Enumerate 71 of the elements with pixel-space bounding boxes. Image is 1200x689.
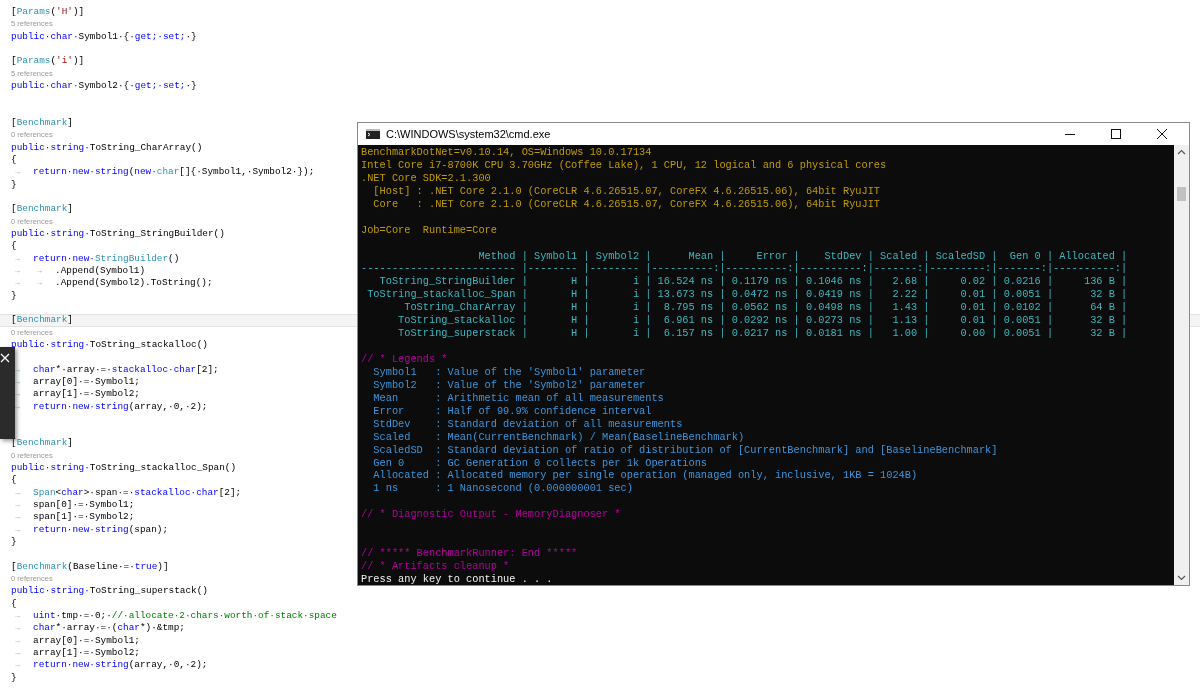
console-line: ToString_StringBuilder | H | i | 16.524 ns | 0.1179 ns | 0.1046 ns | 2.68 | 0.02 | 0.0216 | 136 B | xyxy=(378,275,1128,288)
console-line: // * Diagnostic Output - MemoryDiagnoser * xyxy=(361,508,621,521)
console-line: Error : Half of 99.9% confidence interval xyxy=(372,404,652,417)
console-line: Symbol1 : Value of the 'Symbol1' parameter xyxy=(372,365,646,378)
console-line: StdDev : Standard deviation of all measurements xyxy=(372,417,683,430)
console-line: ToString_stackalloc | H | i | 6.961 ns | 0.0292 ns | 0.0273 ns | 1.13 | 0.01 | 0.0051 | 32 B | xyxy=(397,314,1128,327)
console-line: Scaled : Mean(CurrentBenchmark) / Mean(BaselineBenchmark) xyxy=(372,430,745,443)
code-line: → array[0]·=·Symbol1; xyxy=(14,375,140,389)
close-icon[interactable] xyxy=(0,353,10,363)
console-line: // ***** BenchmarkRunner: End ***** xyxy=(361,547,578,560)
code-line: public·string·ToString_CharArray() xyxy=(11,141,203,154)
scrollbar[interactable] xyxy=(1174,145,1189,585)
code-line: → char*·array·=·stackalloc·char[2]; xyxy=(14,363,219,376)
console-line: // * Legends * xyxy=(361,353,448,365)
code-line: public·string·ToString_stackalloc_Span() xyxy=(11,462,237,475)
code-line: } xyxy=(11,536,17,549)
terminal-icon xyxy=(366,129,380,139)
console-line: Core : .NET Core 2.1.0 (CoreCLR 4.6.26515.07, CoreFX 4.6.26515.06), 64bit RyuJIT xyxy=(372,197,881,210)
code-line: [Params('H')] xyxy=(11,6,85,19)
console-line: ToString_superstack | H | i | 6.157 ns | 0.0217 ns | 0.0181 ns | 1.00 | 0.00 | 0.0051 | 32 B | xyxy=(397,327,1128,340)
console-line: ScaledSD : Standard deviation of ratio of distribution of [CurrentBenchmark] and [BaselineBenchmark] xyxy=(372,443,998,456)
code-line: } xyxy=(11,671,17,685)
code-line: [Benchmark] xyxy=(11,203,73,216)
code-line: → array[0]·=·Symbol1; xyxy=(14,634,140,648)
console-line: Mean : Arithmetic mean of all measurements xyxy=(372,391,664,404)
code-line: [Params('i')] xyxy=(11,55,85,68)
code-line: public·string·ToString_StringBuilder() xyxy=(11,227,225,241)
console-line: Press any key to continue . . . xyxy=(361,572,553,585)
code-line: → → .Append(Symbol1) xyxy=(14,264,145,278)
code-line: → → .Append(Symbol2).ToString(); xyxy=(14,277,213,290)
code-line: { xyxy=(11,597,17,611)
code-line: → array[1]·=·Symbol2; xyxy=(14,388,140,401)
console-line: // * Artifacts cleanup * xyxy=(361,560,510,572)
code-line: } xyxy=(11,178,17,191)
code-line: → uint·tmp·=·0;·//·allocate·2·chars·worth·of·stack·space xyxy=(14,610,337,623)
code-line: [Benchmark] xyxy=(11,315,73,326)
code-line: → char*·array·=·(char*)·&tmp; xyxy=(14,622,185,635)
window-title: C:\WINDOWS\system32\cmd.exe xyxy=(386,128,551,140)
console-line: Method | Symbol1 | Symbol2 | Mean | Error | StdDev | Scaled | ScaledSD | Gen 0 | Allocated | xyxy=(477,249,1128,262)
code-line: → return·new·string(array,·0,·2); xyxy=(14,659,208,672)
code-line: public·char·Symbol1·{·get;·set;·} xyxy=(11,30,197,43)
scroll-thumb[interactable] xyxy=(1177,187,1186,201)
console-line: 1 ns : 1 Nanosecond (0.000000001 sec) xyxy=(372,482,633,495)
console-line: Allocated : Allocated memory per single operation (managed only, inclusive, 1KB = 1024B) xyxy=(372,469,918,482)
code-line: → return·new·StringBuilder() xyxy=(14,252,180,265)
console-line: Gen 0 : GC Generation 0 collects per 1k Operations xyxy=(372,456,708,469)
console-line: [Host] : .NET Core 2.1.0 (CoreCLR 4.6.26515.07, CoreFX 4.6.26515.06), 64bit RyuJIT xyxy=(372,184,881,197)
console-line: ToString_stackalloc_Span | H | i | 13.673 ns | 0.0472 ns | 0.0419 ns | 2.22 | 0.01 | 0.0051 | 32 B | xyxy=(366,288,1128,301)
code-line: → return·new·string(array,·0,·2); xyxy=(14,400,208,413)
console-line: ------------------------- |-------- |-------- |----------:|----------:|----------:|-------:|---------:|-------:|----------:| xyxy=(361,262,1128,275)
code-line: → Span<char>·span·=·stackalloc·char[2]; xyxy=(14,486,242,500)
code-line: { xyxy=(11,153,17,167)
console-line: .NET Core SDK=2.1.300 xyxy=(361,171,491,184)
console-line: Job=Core Runtime=Core xyxy=(361,223,497,236)
code-line: } xyxy=(11,289,17,302)
console-line: Symbol2 : Value of the 'Symbol2' parameter xyxy=(372,378,646,391)
code-line: → span[0]·=·Symbol1; xyxy=(14,499,135,512)
code-line: { xyxy=(11,240,17,253)
code-line: public·string·ToString_stackalloc() xyxy=(11,338,208,352)
code-line: [Benchmark(Baseline·=·true)] xyxy=(11,560,169,574)
code-line: [Benchmark] xyxy=(11,116,73,130)
console-line: ToString_CharArray | H | i | 8.795 ns | 0.0562 ns | 0.0498 ns | 1.43 | 0.01 | 0.0102 | 64 B | xyxy=(403,301,1128,314)
code-line: → return·new·string(span); xyxy=(14,523,169,537)
code-line: public·char·Symbol2·{·get;·set;·} xyxy=(11,79,197,93)
console-line: BenchmarkDotNet=v0.10.14, OS=Windows 10.0.17134 xyxy=(361,146,652,158)
code-line: public·string·ToString_superstack() xyxy=(11,585,208,598)
code-line: → span[1]·=·Symbol2; xyxy=(14,511,135,524)
console-line: Intel Core i7-8700K CPU 3.70GHz (Coffee Lake), 1 CPU, 12 logical and 6 physical cores xyxy=(361,158,887,171)
code-line: → return·new·string(new·char[]{·Symbol1,·Symbol2·}); xyxy=(14,166,315,179)
code-line: { xyxy=(11,474,17,487)
code-line: → array[1]·=·Symbol2; xyxy=(14,647,140,660)
